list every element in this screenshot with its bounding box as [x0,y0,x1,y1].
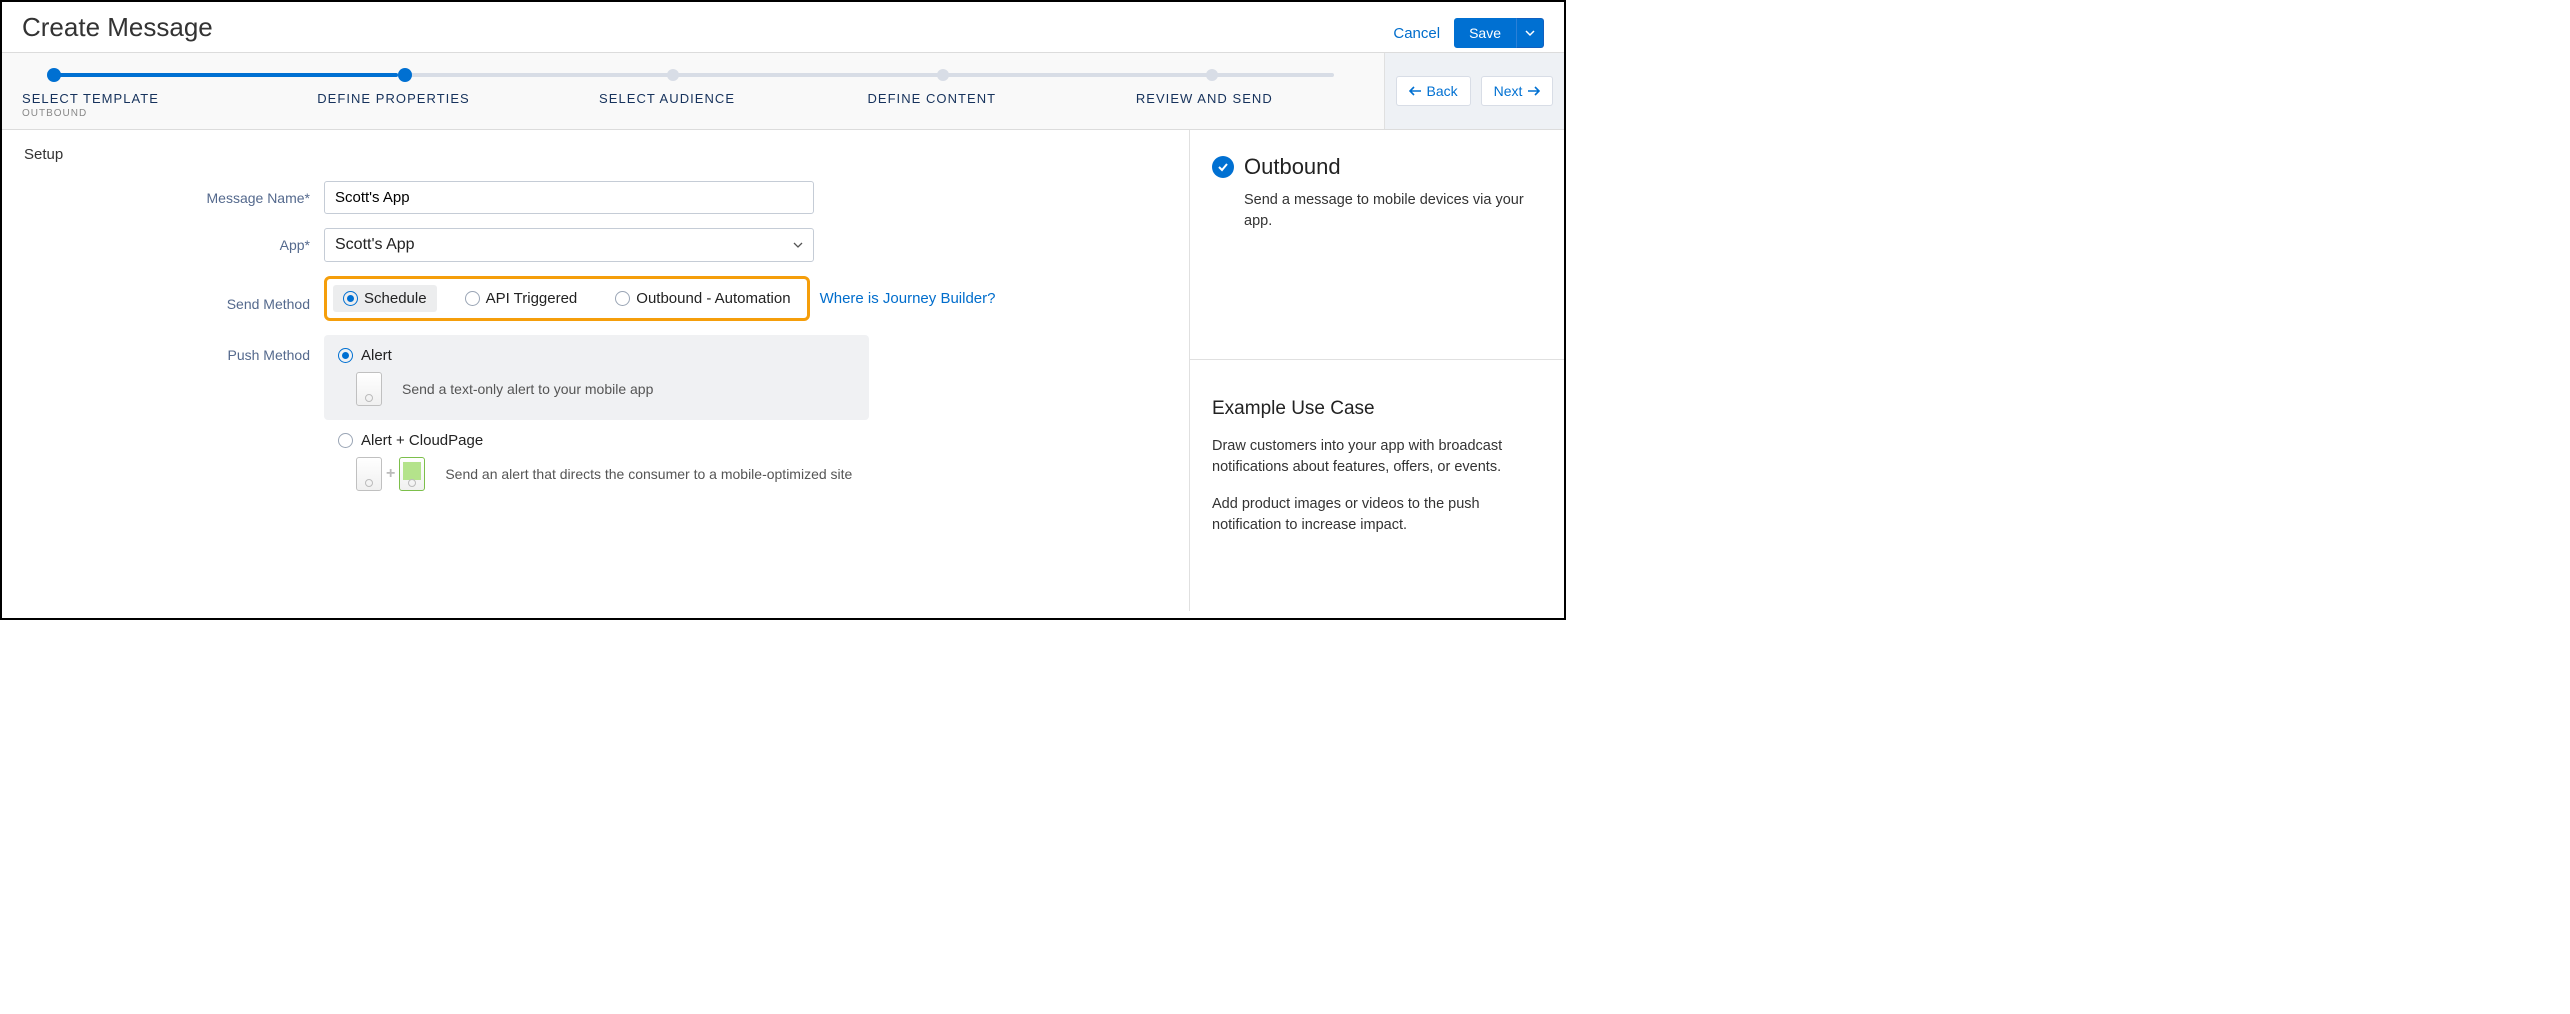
page-title: Create Message [22,12,213,43]
caret-down-icon [793,240,803,250]
phone-icon [356,372,382,406]
template-title: Outbound [1244,154,1341,180]
phone-pair-icon: + [356,457,425,491]
step-select-audience[interactable]: SELECT AUDIENCE [599,91,867,106]
send-method-schedule[interactable]: Schedule [333,285,437,312]
send-method-highlight: Schedule API Triggered Outbound - Automa… [324,276,810,321]
step-review-send[interactable]: REVIEW AND SEND [1136,91,1273,106]
send-method-label: Send Method [24,286,324,312]
push-method-label: Push Method [24,335,324,363]
wizard-progress: SELECT TEMPLATE OUTBOUND DEFINE PROPERTI… [2,53,1384,129]
send-method-api-triggered[interactable]: API Triggered [455,285,588,312]
save-button[interactable]: Save [1454,18,1516,48]
section-heading: Setup [24,146,1167,163]
next-button[interactable]: Next [1481,76,1554,106]
example-use-case-title: Example Use Case [1212,398,1542,420]
app-label: App* [24,237,324,253]
app-select[interactable]: Scott's App [324,228,814,262]
journey-builder-link[interactable]: Where is Journey Builder? [820,290,996,307]
example-use-case-body: Draw customers into your app with broadc… [1212,436,1542,536]
template-description: Send a message to mobile devices via you… [1212,190,1542,232]
message-name-label: Message Name* [24,190,324,206]
step-define-properties[interactable]: DEFINE PROPERTIES [317,91,599,106]
cancel-link[interactable]: Cancel [1393,25,1440,42]
step-define-content[interactable]: DEFINE CONTENT [867,91,1135,106]
check-circle-icon [1212,156,1234,178]
step-select-template[interactable]: SELECT TEMPLATE [22,91,317,106]
caret-down-icon [1525,28,1535,38]
step-select-template-sub: OUTBOUND [22,108,317,119]
message-name-input[interactable] [324,181,814,214]
arrow-left-icon [1409,86,1421,96]
save-dropdown-button[interactable] [1516,18,1544,48]
back-button[interactable]: Back [1396,76,1471,106]
arrow-right-icon [1528,86,1540,96]
push-option-alert-cloudpage[interactable]: Alert + CloudPage + Send an alert that d… [324,420,869,505]
push-option-alert[interactable]: Alert Send a text-only alert to your mob… [324,335,869,420]
send-method-outbound-automation[interactable]: Outbound - Automation [605,285,800,312]
